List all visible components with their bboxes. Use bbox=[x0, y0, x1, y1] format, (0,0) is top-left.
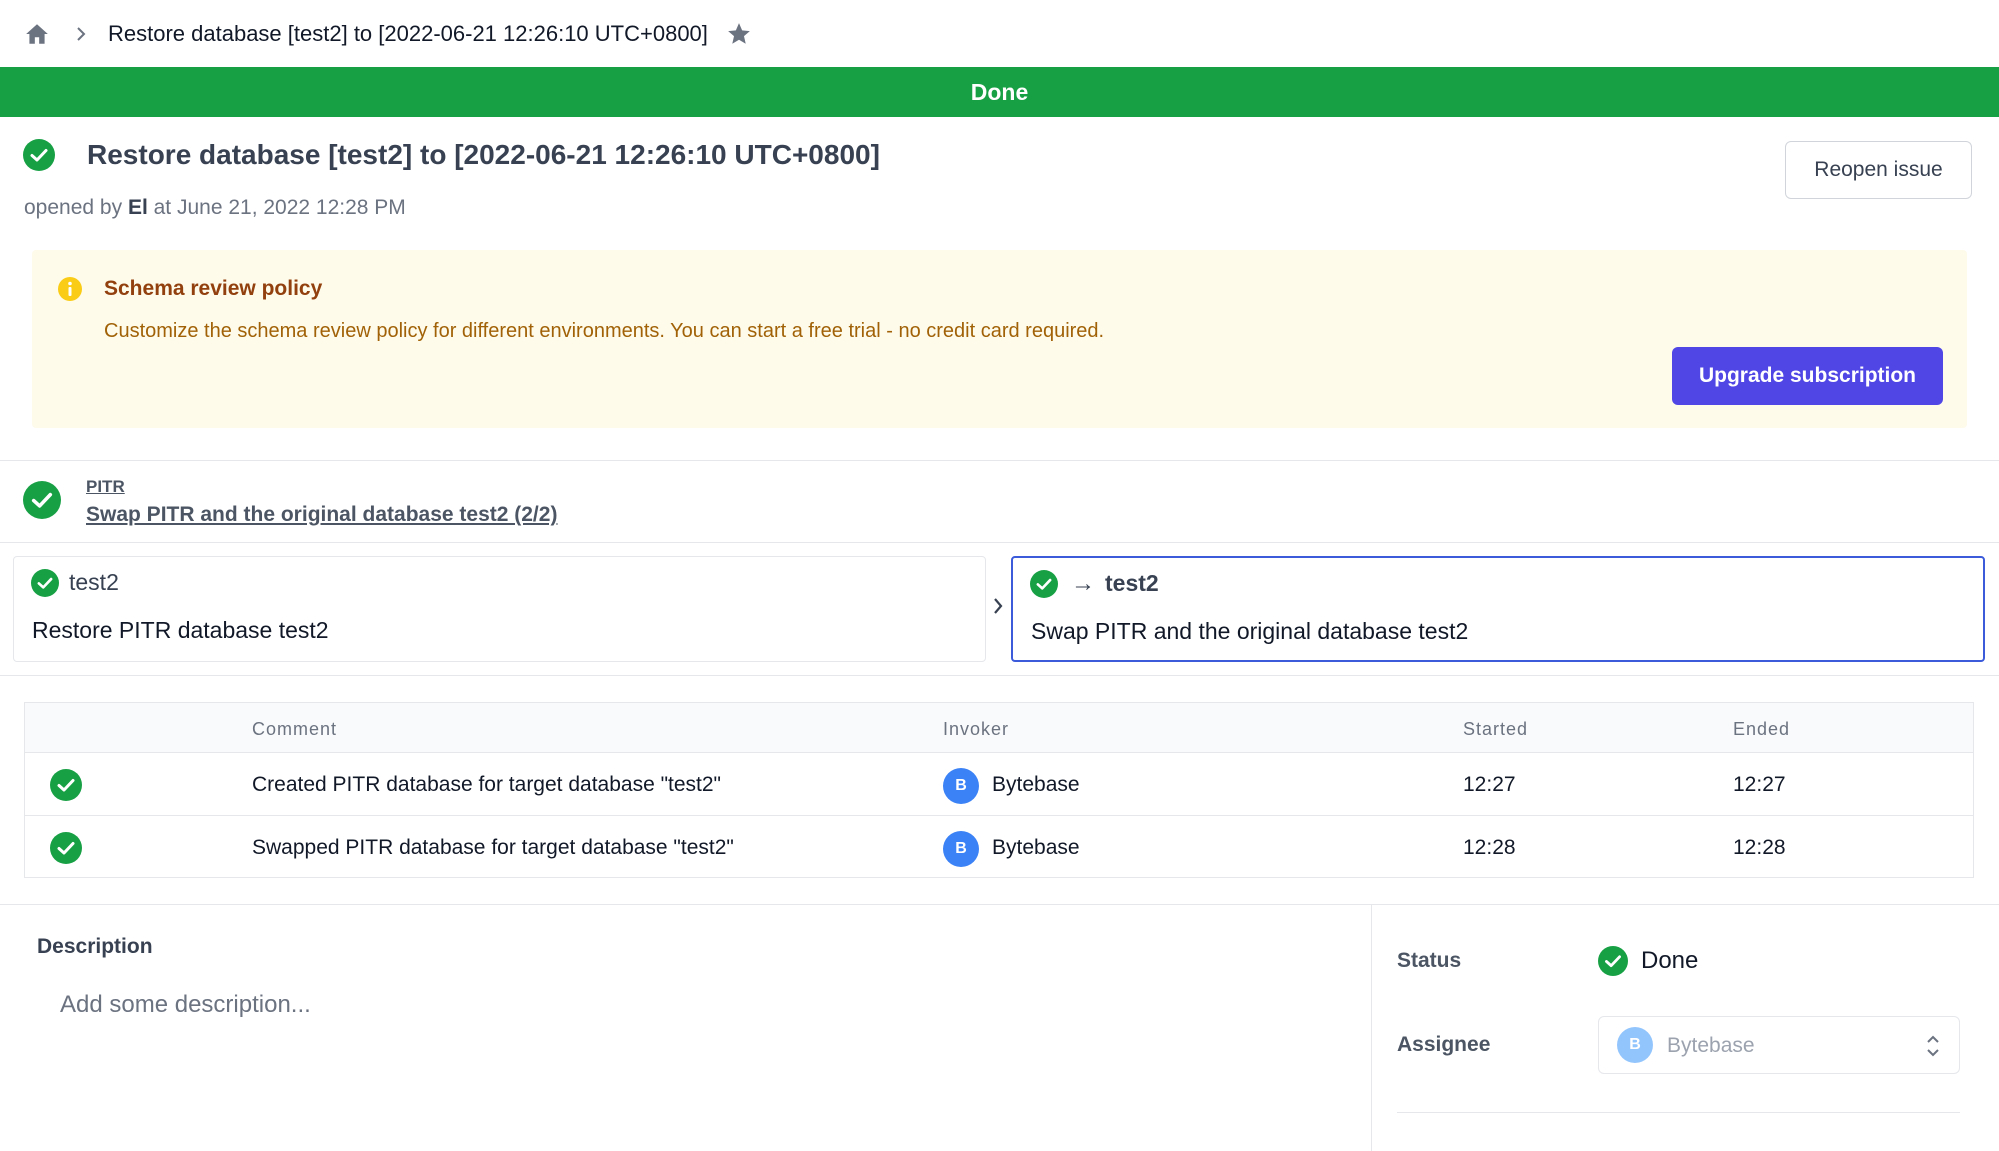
assignee-value: Bytebase bbox=[1667, 1034, 1755, 1057]
issue-author[interactable]: El bbox=[128, 196, 148, 219]
divider bbox=[1371, 905, 1372, 1151]
issue-title: Restore database [test2] to [2022-06-21 … bbox=[87, 139, 880, 170]
assignee-label: Assignee bbox=[1397, 1033, 1491, 1056]
run-invoker: Bytebase bbox=[992, 773, 1080, 796]
avatar: B bbox=[1617, 1027, 1653, 1063]
home-icon[interactable] bbox=[24, 21, 50, 47]
status-value: Done bbox=[1598, 946, 1698, 976]
run-started: 12:28 bbox=[1463, 836, 1516, 859]
stage-name[interactable]: Swap PITR and the original database test… bbox=[86, 503, 557, 527]
reopen-issue-button[interactable]: Reopen issue bbox=[1785, 141, 1972, 199]
task-name: Swap PITR and the original database test… bbox=[1031, 618, 1469, 644]
issue-header: Restore database [test2] to [2022-06-21 … bbox=[0, 117, 1999, 229]
table-header: Comment Invoker Started Ended bbox=[25, 703, 1973, 753]
status-text: Done bbox=[1641, 947, 1699, 974]
run-ended: 12:27 bbox=[1733, 773, 1786, 796]
divider bbox=[0, 675, 1999, 676]
column-header-invoker: Invoker bbox=[943, 719, 1010, 739]
select-updown-icon bbox=[1925, 1033, 1941, 1064]
check-circle-icon bbox=[23, 139, 55, 176]
column-header-ended: Ended bbox=[1733, 719, 1791, 739]
description-label: Description bbox=[37, 935, 153, 958]
task-card-restore[interactable]: test2 Restore PITR database test2 bbox=[13, 556, 986, 662]
column-header-started: Started bbox=[1463, 719, 1529, 739]
status-banner: Done bbox=[0, 67, 1999, 117]
upgrade-subscription-button[interactable]: Upgrade subscription bbox=[1672, 347, 1943, 405]
description-input[interactable] bbox=[44, 982, 1324, 1028]
run-comment: Created PITR database for target databas… bbox=[252, 773, 722, 796]
avatar: B bbox=[943, 768, 979, 804]
chevron-right-icon bbox=[991, 596, 1005, 621]
breadcrumb-current: Restore database [test2] to [2022-06-21 … bbox=[108, 20, 708, 46]
avatar: B bbox=[943, 831, 979, 867]
task-name: Restore PITR database test2 bbox=[32, 617, 329, 643]
stage-label[interactable]: PITR bbox=[86, 477, 125, 497]
divider bbox=[0, 542, 1999, 543]
opened-prefix: opened by bbox=[24, 196, 128, 219]
check-circle-icon bbox=[23, 481, 61, 524]
pipeline-stage: PITR Swap PITR and the original database… bbox=[0, 461, 1999, 543]
task-run-table: Comment Invoker Started Ended Created PI… bbox=[24, 702, 1974, 878]
column-header-comment: Comment bbox=[252, 719, 338, 739]
check-circle-icon bbox=[1598, 946, 1628, 976]
run-comment: Swapped PITR database for target databas… bbox=[252, 836, 734, 859]
check-circle-icon bbox=[50, 832, 82, 869]
status-label: Status bbox=[1397, 949, 1462, 972]
policy-text: Customize the schema review policy for d… bbox=[104, 320, 1105, 342]
status-banner-text: Done bbox=[970, 78, 1029, 105]
table-row: Created PITR database for target databas… bbox=[25, 753, 1973, 816]
check-circle-icon bbox=[50, 769, 82, 806]
star-icon[interactable] bbox=[726, 21, 752, 47]
check-circle-icon bbox=[31, 569, 59, 602]
task-database: test2 bbox=[69, 569, 119, 595]
schema-review-policy-notice: Schema review policy Customize the schem… bbox=[32, 250, 1967, 428]
run-ended: 12:28 bbox=[1733, 836, 1786, 859]
issue-meta: opened by El at June 21, 2022 12:28 PM bbox=[24, 196, 406, 220]
arrow-right-icon: → bbox=[1071, 570, 1095, 597]
table-row: Swapped PITR database for target databas… bbox=[25, 816, 1973, 879]
breadcrumb: Restore database [test2] to [2022-06-21 … bbox=[0, 0, 1999, 67]
divider bbox=[0, 904, 1999, 905]
divider bbox=[1397, 1112, 1960, 1113]
policy-title: Schema review policy bbox=[104, 277, 323, 300]
check-circle-icon bbox=[1030, 570, 1058, 603]
chevron-right-icon bbox=[74, 26, 88, 42]
run-invoker: Bytebase bbox=[992, 836, 1080, 859]
task-card-swap[interactable]: → test2 Swap PITR and the original datab… bbox=[1011, 556, 1985, 662]
run-started: 12:27 bbox=[1463, 773, 1516, 796]
opened-suffix: at June 21, 2022 12:28 PM bbox=[147, 196, 406, 219]
task-database: test2 bbox=[1105, 570, 1159, 596]
assignee-select[interactable]: B Bytebase bbox=[1598, 1016, 1960, 1074]
info-icon bbox=[57, 276, 83, 307]
